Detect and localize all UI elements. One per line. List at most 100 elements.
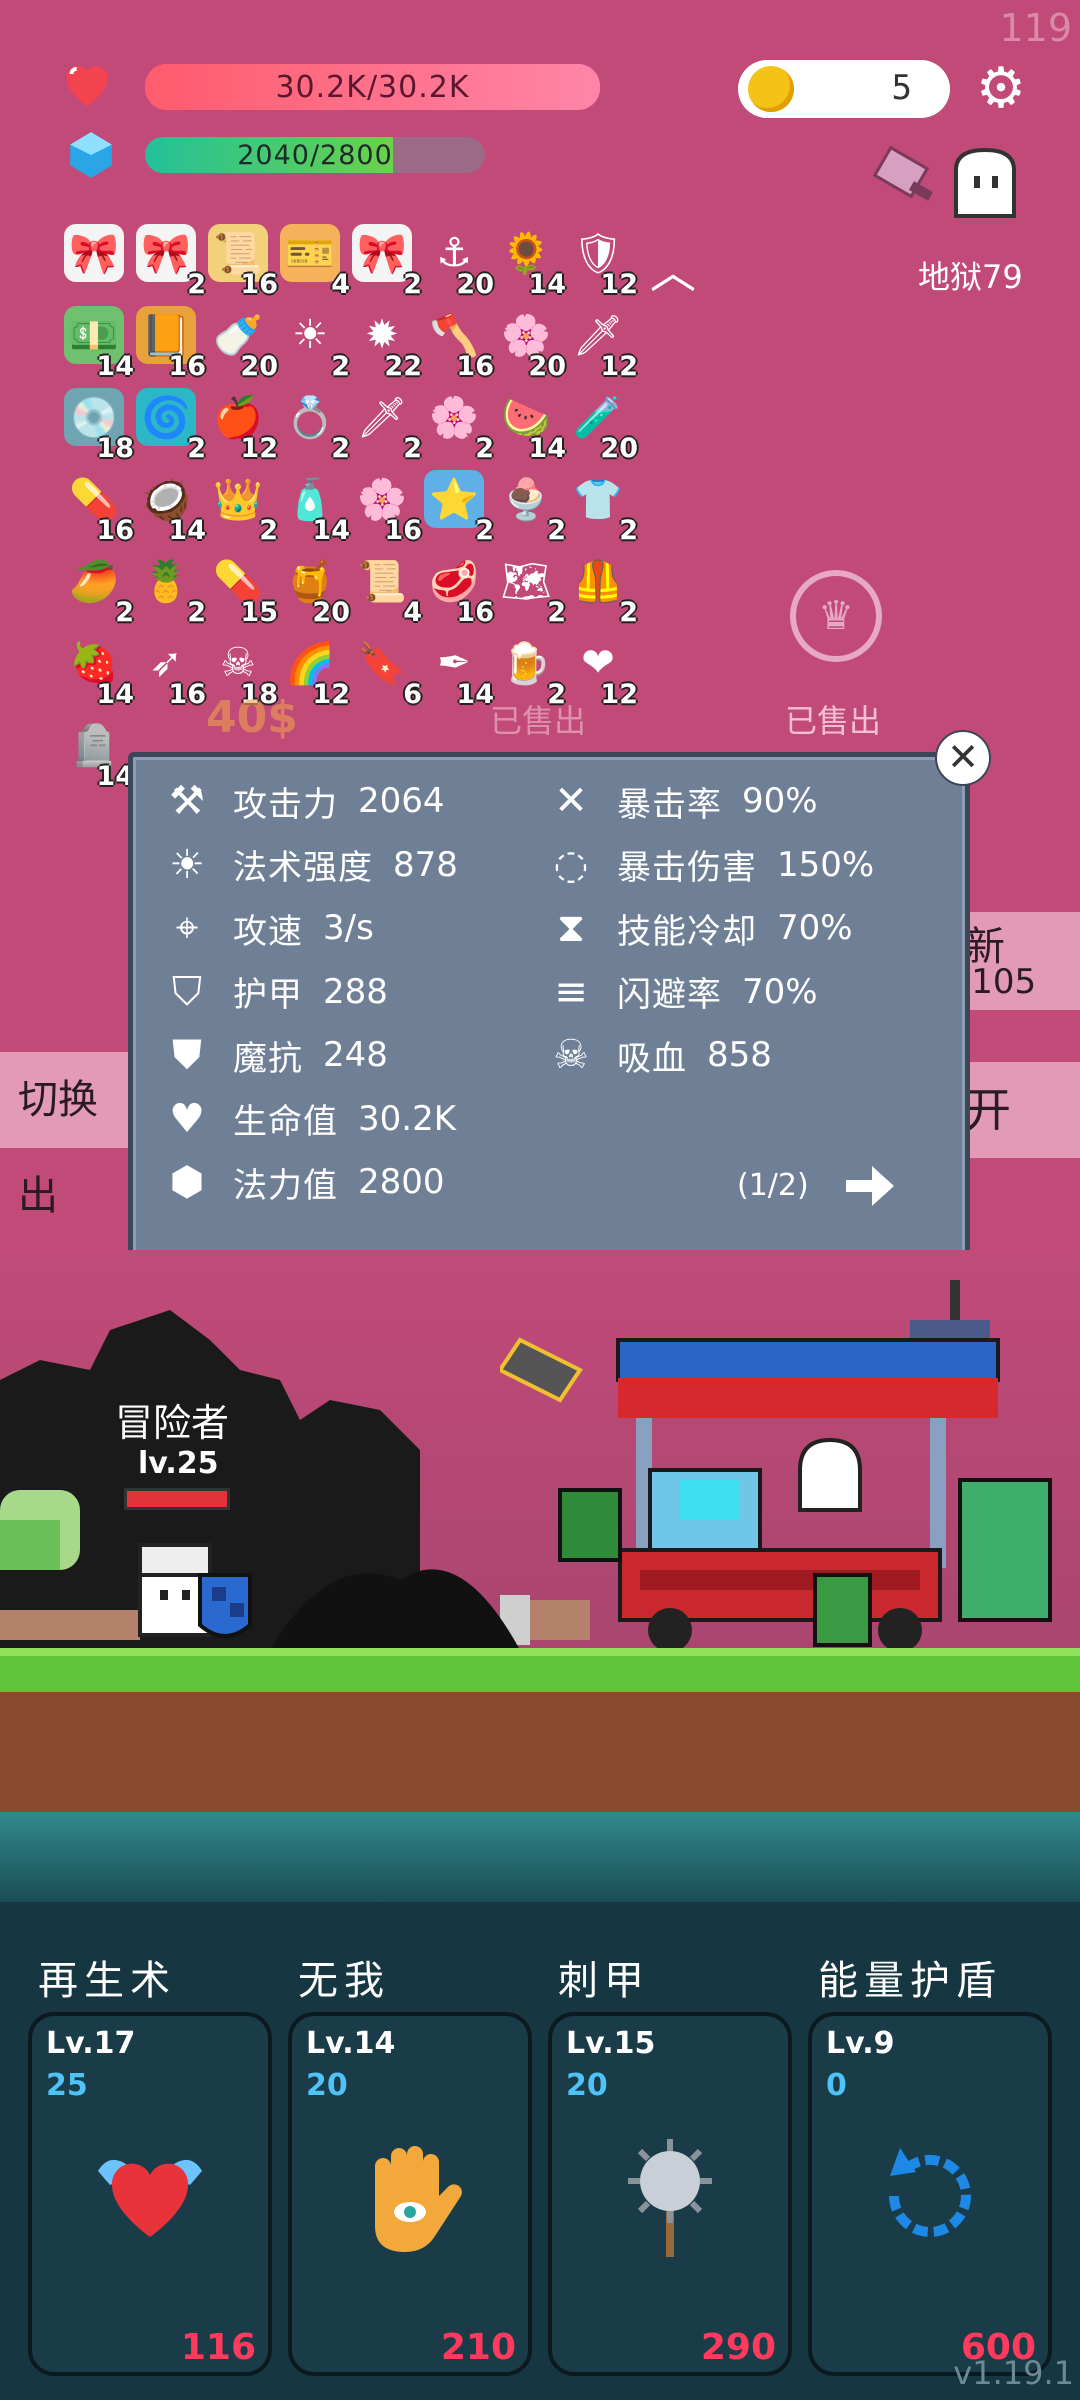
stat-value: 858 [707, 1035, 772, 1075]
inventory-item[interactable]: 🎀 2 [132, 222, 206, 300]
inventory-item[interactable]: 🍺 2 [492, 632, 566, 711]
stat-row: ⧗ 技能冷却 70% [545, 904, 853, 952]
skill-name: 无我 [298, 1958, 390, 2004]
stat-row: ☀ 法术强度 878 [161, 841, 458, 889]
refresh-cost: -105 [959, 962, 1037, 1002]
coin-counter: 5 [738, 60, 950, 118]
inventory-item[interactable]: ✹ 22 [348, 304, 422, 382]
inventory-item[interactable]: 🍼 20 [204, 304, 278, 383]
skill-value: 20 [566, 2068, 608, 2103]
skill-card[interactable]: Lv.9 0 600 [808, 2012, 1052, 2376]
stat-row: ◌ 暴击伤害 150% [545, 841, 875, 889]
stat-value: 70% [777, 908, 853, 948]
inventory-item[interactable]: 🎀 [60, 222, 130, 292]
inventory-item[interactable]: 🪦 14 [60, 714, 134, 793]
fps-counter: 119 [999, 6, 1072, 50]
inventory-item[interactable]: ➶ 16 [132, 632, 206, 710]
inventory-item[interactable]: 🍍 2 [132, 550, 206, 629]
inventory-item[interactable]: ☀ 2 [276, 304, 350, 382]
item-count: 2 [619, 597, 638, 628]
switch-button[interactable]: 切换出 [0, 1052, 130, 1219]
inventory-item[interactable]: 📜 16 [204, 222, 278, 300]
inventory-item[interactable]: 🧪 20 [564, 386, 638, 465]
settings-gear-icon[interactable]: ⚙ [970, 58, 1032, 120]
item-count: 20 [600, 433, 638, 464]
inventory-item[interactable]: 🪓 16 [420, 304, 494, 383]
inventory-item[interactable]: 💿 18 [60, 386, 134, 464]
inventory-item[interactable]: 🧴 14 [276, 468, 350, 547]
open-button[interactable]: 开 [955, 1062, 1080, 1158]
inventory-item[interactable]: 💵 14 [60, 304, 134, 382]
inventory-item[interactable]: 🌸 20 [492, 304, 566, 383]
stat-row: ⚒ 攻击力 2064 [161, 777, 444, 825]
inventory-item[interactable]: 🦺 2 [564, 550, 638, 629]
inventory-item[interactable]: 🥭 2 [60, 550, 134, 629]
inventory-item[interactable]: 👑 2 [204, 468, 278, 547]
cleaver-icon[interactable] [862, 145, 942, 216]
skill-card[interactable]: Lv.17 25 116 [28, 2012, 272, 2376]
stat-row: ⛊ 魔抗 248 [161, 1031, 388, 1079]
inventory-item[interactable]: 🌀 2 [132, 386, 206, 464]
ghost-icon[interactable] [948, 146, 1022, 224]
inventory-item[interactable]: 🍓 14 [60, 632, 134, 711]
inventory-item[interactable]: 💊 16 [60, 468, 134, 547]
item-count: 14 [528, 269, 566, 300]
inventory-item[interactable]: 🍯 20 [276, 550, 350, 629]
skill-card[interactable]: Lv.15 20 290 [548, 2012, 792, 2376]
dodge-icon: ≡ [554, 968, 588, 1015]
inventory-item[interactable]: 👕 2 [564, 468, 638, 547]
inventory-item[interactable]: 🎀 2 [348, 222, 422, 300]
inventory-item[interactable]: 🍎 12 [204, 386, 278, 465]
item-count: 14 [96, 679, 134, 710]
item-count: 15 [240, 597, 278, 628]
inventory-item[interactable]: 🍨 2 [492, 468, 566, 547]
collapse-chevron-up-icon[interactable]: ︿ [650, 236, 696, 302]
inventory-item[interactable]: 🌻 14 [492, 222, 566, 301]
inventory-item[interactable]: 🔖 6 [348, 632, 422, 711]
skill-card[interactable]: Lv.14 20 210 [288, 2012, 532, 2376]
close-icon[interactable]: ✕ [935, 730, 991, 786]
skill-cost: 116 [180, 2327, 256, 2368]
item-count: 16 [456, 351, 494, 382]
inventory-item[interactable]: ✒ 14 [420, 632, 494, 710]
item-count: 16 [240, 269, 278, 300]
stat-label: 生命值 [233, 1102, 338, 1142]
refresh-shop-button[interactable]: 新 -105 [955, 912, 1080, 1010]
inventory-item[interactable]: 🌸 16 [348, 468, 422, 547]
inventory-item[interactable]: 🌸 2 [420, 386, 494, 465]
inventory-item[interactable]: 📙 16 [132, 304, 206, 382]
item-count: 12 [600, 679, 638, 710]
crit-icon: ✕ [554, 778, 588, 824]
item-count: 20 [312, 597, 350, 628]
player-level: lv.25 [138, 1446, 219, 1481]
inventory-item[interactable]: 🗡 12 [564, 304, 638, 383]
mana-text: 2040/2800 [237, 139, 393, 171]
stat-row: ⛉ 护甲 288 [161, 968, 388, 1016]
inventory-item[interactable]: ❤ 12 [564, 632, 638, 710]
hamsa-hand-icon [350, 2136, 470, 2256]
axe-icon: ⚒ [169, 778, 205, 824]
stats-page-indicator: (1/2) [737, 1168, 809, 1203]
knight-player[interactable] [130, 1535, 260, 1650]
stat-row: ✕ 暴击率 90% [545, 777, 817, 825]
item-count: 14 [168, 515, 206, 546]
inventory-item[interactable]: 🎫 4 [276, 222, 350, 300]
inventory-item[interactable]: 💊 15 [204, 550, 278, 629]
item-count: 16 [96, 515, 134, 546]
mana-crystal-icon [66, 130, 116, 180]
inventory-item[interactable]: 🍉 14 [492, 386, 566, 465]
inventory-item[interactable]: 📜 4 [348, 550, 422, 629]
inventory-item[interactable]: 🥩 16 [420, 550, 494, 629]
inventory-item[interactable]: ⚓ 20 [420, 222, 494, 300]
inventory-item[interactable]: 🗡 2 [348, 386, 422, 465]
merchant-cart[interactable] [497, 1280, 1070, 1660]
next-page-arrow-icon[interactable] [842, 1160, 896, 1220]
crit-damage-icon: ◌ [553, 841, 589, 888]
skill-level: Lv.9 [826, 2026, 895, 2061]
item-count: 2 [619, 515, 638, 546]
inventory-item[interactable]: 💍 2 [276, 386, 350, 465]
inventory-item[interactable]: 🗺 2 [492, 550, 566, 629]
inventory-item[interactable]: ⭐ 2 [420, 468, 494, 546]
inventory-item[interactable]: 🥥 14 [132, 468, 206, 547]
inventory-item[interactable]: 🛡 12 [564, 222, 638, 301]
